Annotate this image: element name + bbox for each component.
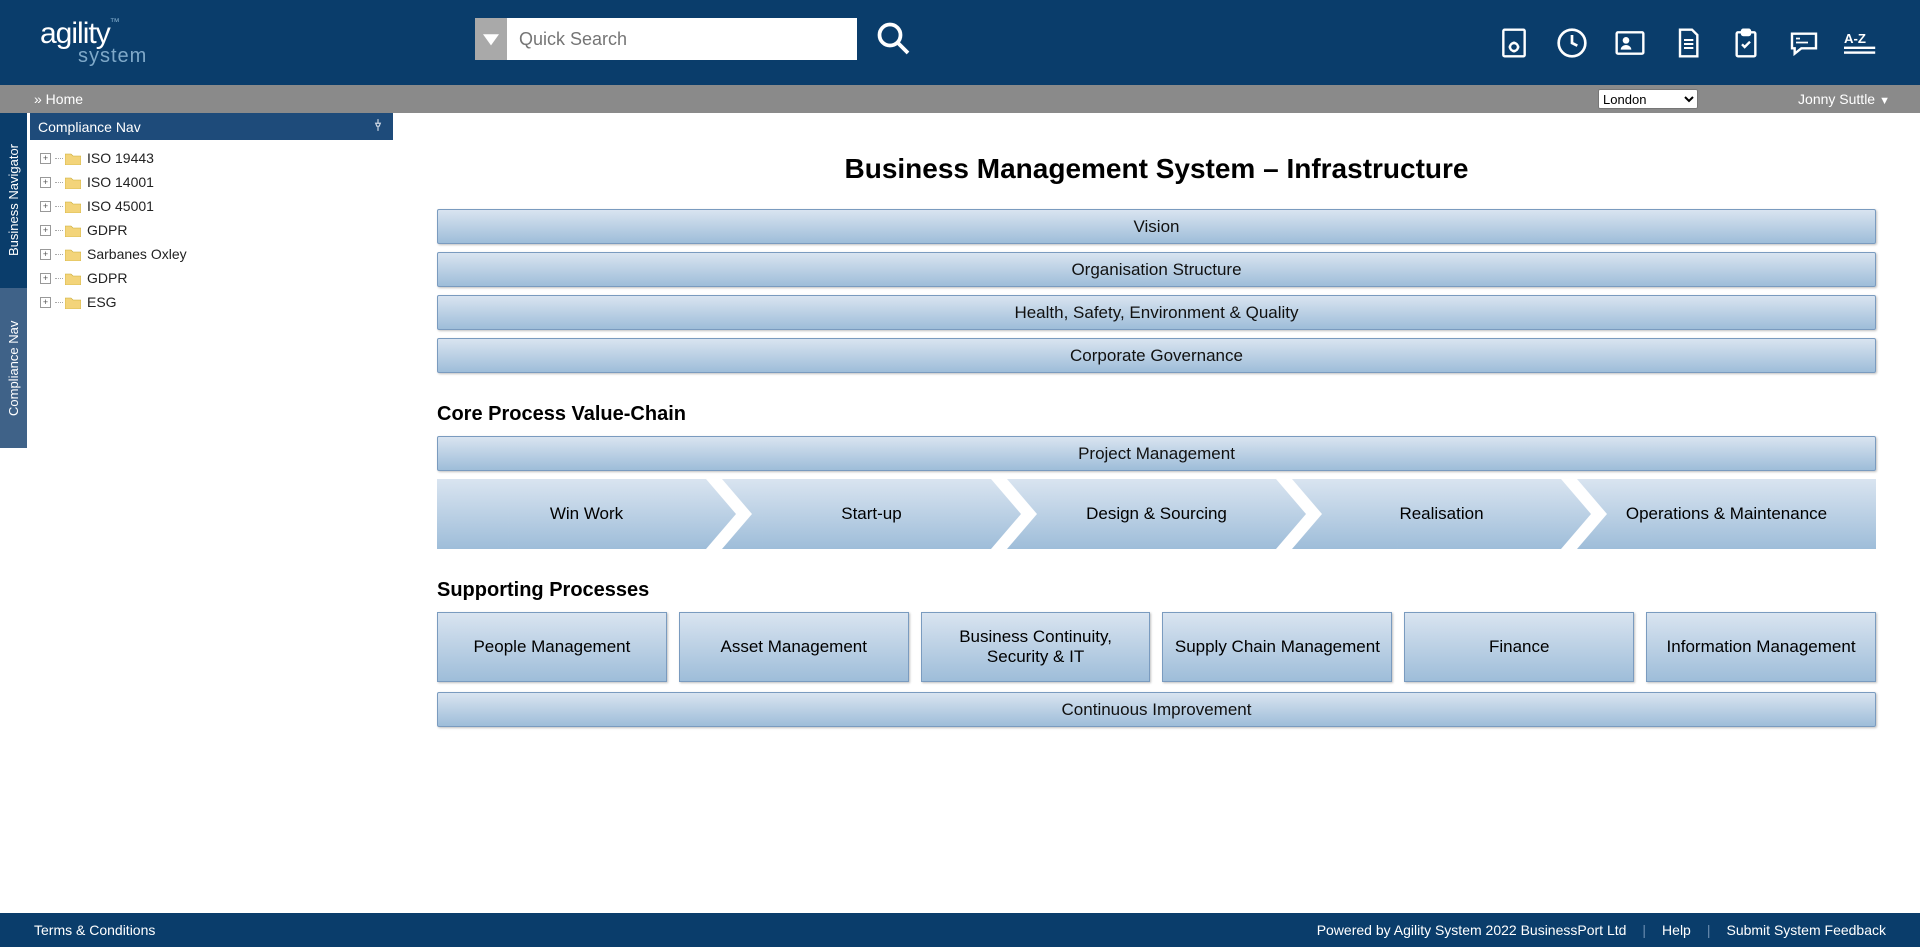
folder-icon xyxy=(65,200,81,213)
expand-icon[interactable]: + xyxy=(40,273,51,284)
tree-item[interactable]: + ISO 19443 xyxy=(34,146,389,170)
contact-card-icon[interactable] xyxy=(1612,25,1648,61)
top-bar[interactable]: Organisation Structure xyxy=(437,252,1876,287)
az-icon[interactable]: A-Z xyxy=(1844,25,1880,61)
page-title: Business Management System – Infrastruct… xyxy=(437,153,1876,185)
tree-item[interactable]: + ISO 14001 xyxy=(34,170,389,194)
chevron-label: Operations & Maintenance xyxy=(1596,504,1857,524)
settings-doc-icon[interactable] xyxy=(1496,25,1532,61)
support-box[interactable]: Business Continuity, Security & IT xyxy=(921,612,1151,682)
chevron-label: Start-up xyxy=(811,504,931,524)
tree-item[interactable]: + ESG xyxy=(34,290,389,314)
footer-powered: Powered by Agility System 2022 BusinessP… xyxy=(1317,922,1627,938)
location-select[interactable]: London xyxy=(1598,89,1698,109)
expand-icon[interactable]: + xyxy=(40,201,51,212)
tree-item[interactable]: + GDPR xyxy=(34,266,389,290)
tab-business-navigator[interactable]: Business Navigator xyxy=(0,113,27,288)
svg-text:A-Z: A-Z xyxy=(1844,31,1866,46)
tree-item-label: ISO 14001 xyxy=(87,174,154,190)
chevron-step[interactable]: Operations & Maintenance xyxy=(1577,479,1876,549)
user-name: Jonny Suttle xyxy=(1798,91,1875,107)
support-box[interactable]: Asset Management xyxy=(679,612,909,682)
tree-item-label: ESG xyxy=(87,294,117,310)
support-grid: People ManagementAsset ManagementBusines… xyxy=(437,612,1876,682)
tree-item-label: ISO 19443 xyxy=(87,150,154,166)
chevron-label: Design & Sourcing xyxy=(1056,504,1257,524)
compliance-tree: + ISO 19443 + ISO 14001 + ISO 45001 + GDPR + Sarb… xyxy=(30,140,393,320)
clipboard-check-icon[interactable] xyxy=(1728,25,1764,61)
core-heading: Core Process Value-Chain xyxy=(437,403,1876,426)
tree-item[interactable]: + Sarbanes Oxley xyxy=(34,242,389,266)
folder-icon xyxy=(65,176,81,189)
folder-icon xyxy=(65,224,81,237)
logo-subtext: system xyxy=(78,45,147,68)
app-header: agility™ system A-Z xyxy=(0,0,1920,85)
footer-feedback[interactable]: Submit System Feedback xyxy=(1726,922,1886,938)
search-filter-dropdown[interactable] xyxy=(475,18,507,60)
chevron-step[interactable]: Realisation xyxy=(1292,479,1591,549)
expand-icon[interactable]: + xyxy=(40,153,51,164)
side-tabs: Business Navigator Compliance Nav xyxy=(0,113,30,448)
nav-panel-header: Compliance Nav xyxy=(30,113,393,140)
support-box[interactable]: People Management xyxy=(437,612,667,682)
pin-icon[interactable] xyxy=(371,118,385,135)
value-chain-row: Win Work Start-up Design & Sourcing Realisa… xyxy=(437,479,1876,549)
top-bar[interactable]: Health, Safety, Environment & Quality xyxy=(437,295,1876,330)
app-logo: agility™ system xyxy=(40,17,147,68)
footer-terms[interactable]: Terms & Conditions xyxy=(34,922,155,938)
tree-item-label: Sarbanes Oxley xyxy=(87,246,187,262)
search-wrap xyxy=(475,18,911,60)
core-bar-project-management[interactable]: Project Management xyxy=(437,436,1876,471)
chevron-label: Realisation xyxy=(1369,504,1513,524)
user-menu[interactable]: Jonny Suttle ▼ xyxy=(1798,91,1890,107)
breadcrumb-bar: » Home London Jonny Suttle ▼ xyxy=(0,85,1920,113)
support-box[interactable]: Finance xyxy=(1404,612,1634,682)
support-heading: Supporting Processes xyxy=(437,579,1876,602)
folder-icon xyxy=(65,272,81,285)
chevron-label: Win Work xyxy=(520,504,653,524)
expand-icon[interactable]: + xyxy=(40,177,51,188)
footer-help[interactable]: Help xyxy=(1662,922,1691,938)
chevron-step[interactable]: Design & Sourcing xyxy=(1007,479,1306,549)
expand-icon[interactable]: + xyxy=(40,297,51,308)
expand-icon[interactable]: + xyxy=(40,225,51,236)
folder-icon xyxy=(65,296,81,309)
document-icon[interactable] xyxy=(1670,25,1706,61)
chevron-step[interactable]: Start-up xyxy=(722,479,1021,549)
app-footer: Terms & Conditions Powered by Agility Sy… xyxy=(0,913,1920,947)
main-content: Business Management System – Infrastruct… xyxy=(393,113,1920,913)
support-bar-continuous-improvement[interactable]: Continuous Improvement xyxy=(437,692,1876,727)
tree-item[interactable]: + ISO 45001 xyxy=(34,194,389,218)
nav-panel-title: Compliance Nav xyxy=(38,119,141,135)
support-box[interactable]: Information Management xyxy=(1646,612,1876,682)
tree-item-label: GDPR xyxy=(87,270,127,286)
logo-tm: ™ xyxy=(110,17,119,28)
search-input[interactable] xyxy=(507,18,857,60)
tab-compliance-nav[interactable]: Compliance Nav xyxy=(0,288,27,448)
speech-icon[interactable] xyxy=(1786,25,1822,61)
expand-icon[interactable]: + xyxy=(40,249,51,260)
chevron-step[interactable]: Win Work xyxy=(437,479,736,549)
tree-item-label: GDPR xyxy=(87,222,127,238)
folder-icon xyxy=(65,248,81,261)
compliance-nav-panel: Compliance Nav + ISO 19443 + ISO 14001 + ISO … xyxy=(30,113,393,320)
support-box[interactable]: Supply Chain Management xyxy=(1162,612,1392,682)
tree-item-label: ISO 45001 xyxy=(87,198,154,214)
tree-item[interactable]: + GDPR xyxy=(34,218,389,242)
breadcrumb-home[interactable]: » Home xyxy=(34,91,83,107)
folder-icon xyxy=(65,152,81,165)
caret-down-icon: ▼ xyxy=(1879,95,1890,107)
search-icon[interactable] xyxy=(875,20,911,59)
clock-icon[interactable] xyxy=(1554,25,1590,61)
top-bar[interactable]: Vision xyxy=(437,209,1876,244)
top-bar[interactable]: Corporate Governance xyxy=(437,338,1876,373)
header-toolbar: A-Z xyxy=(1496,25,1880,61)
